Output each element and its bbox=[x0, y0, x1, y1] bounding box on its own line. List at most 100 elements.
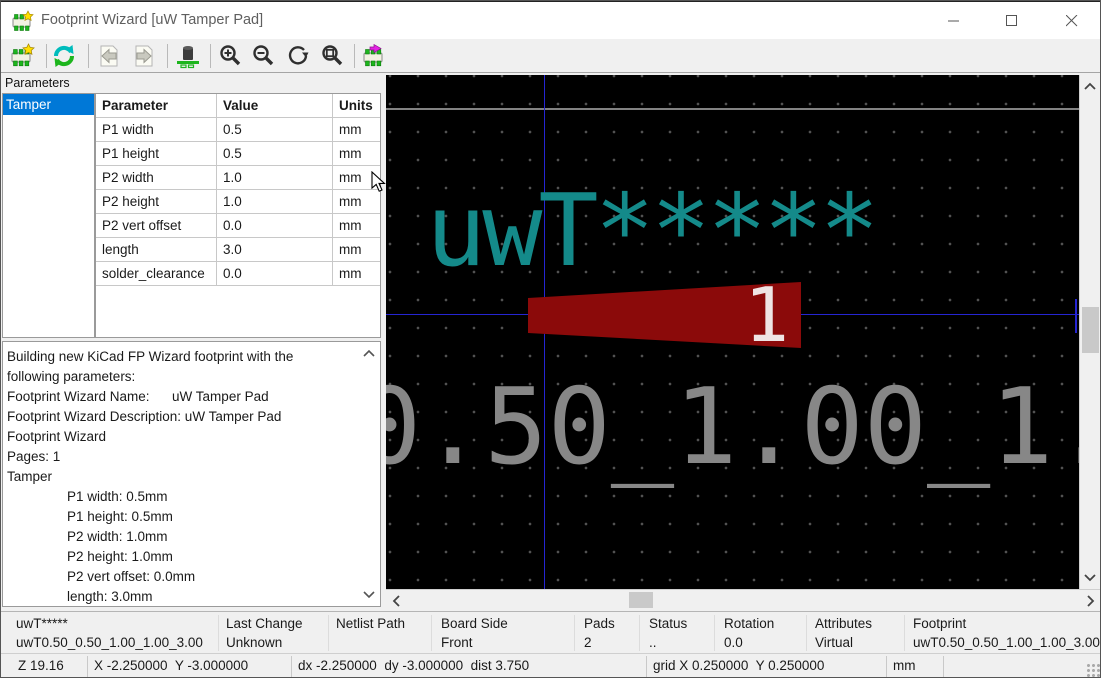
info-reference: uwT*****uwT0.50_0.50_1.00_1.00_3.00 bbox=[16, 614, 203, 652]
zoom-in-button[interactable] bbox=[216, 41, 246, 71]
info-value: uwT0.50_0.50_1.00_1.00_3.00 bbox=[913, 633, 1100, 652]
status-separator bbox=[291, 656, 292, 678]
title-bar: Footprint Wizard [uW Tamper Pad] bbox=[1, 1, 1101, 39]
info-netlist-path: Netlist Path bbox=[336, 614, 405, 652]
param-name: solder_clearance bbox=[96, 262, 217, 286]
info-label: Board Side bbox=[441, 614, 508, 633]
param-value-cell[interactable]: 3.0 bbox=[217, 238, 333, 262]
minimize-button[interactable] bbox=[931, 2, 977, 40]
message-line: Footprint Wizard Name: uW Tamper Pad bbox=[7, 387, 380, 407]
param-name: P2 vert offset bbox=[96, 214, 217, 238]
info-value: Unknown bbox=[226, 633, 303, 652]
message-panel: Building new KiCad FP Wizard footprint w… bbox=[2, 341, 381, 607]
zoom-level: Z 19.16 bbox=[18, 658, 64, 673]
info-separator bbox=[714, 615, 715, 651]
param-value-cell[interactable]: 0.5 bbox=[217, 118, 333, 142]
close-icon bbox=[1066, 15, 1078, 27]
param-units: mm bbox=[333, 190, 380, 214]
message-line: Footprint Wizard Description: uW Tamper … bbox=[7, 407, 380, 427]
scroll-right-icon[interactable] bbox=[1082, 593, 1098, 609]
reload-wizard-button[interactable] bbox=[49, 41, 79, 71]
parameter-grid: Parameter Value Units P1 width 0.5 mm P1… bbox=[95, 93, 381, 338]
toolbar-separator bbox=[167, 44, 168, 68]
info-label: Status bbox=[649, 614, 687, 633]
table-row: P2 width 1.0 mm bbox=[96, 166, 380, 190]
horizontal-scroll-thumb[interactable] bbox=[629, 592, 653, 608]
scroll-up-icon[interactable] bbox=[361, 346, 377, 362]
footprint-info-bar: uwT*****uwT0.50_0.50_1.00_1.00_3.00 Last… bbox=[1, 611, 1101, 653]
table-row: length 3.0 mm bbox=[96, 238, 380, 262]
maximize-button[interactable] bbox=[989, 2, 1035, 40]
zoom-out-button[interactable] bbox=[249, 41, 279, 71]
close-button[interactable] bbox=[1049, 2, 1095, 40]
canvas-horizontal-scrollbar[interactable] bbox=[386, 589, 1101, 611]
tamper-pad-shape bbox=[386, 75, 1079, 589]
param-units: mm bbox=[333, 238, 380, 262]
minimize-icon bbox=[948, 15, 960, 27]
toolbar-separator bbox=[46, 44, 47, 68]
scroll-up-icon[interactable] bbox=[1082, 79, 1098, 95]
resize-grip[interactable] bbox=[1086, 663, 1100, 677]
info-separator bbox=[431, 615, 432, 651]
message-line: Building new KiCad FP Wizard footprint w… bbox=[7, 347, 380, 367]
table-row: solder_clearance 0.0 mm bbox=[96, 262, 380, 286]
footprint-wizard-window: Footprint Wizard [uW Tamper Pad] bbox=[0, 0, 1101, 678]
param-value-cell[interactable]: 0.5 bbox=[217, 142, 333, 166]
info-label: Attributes bbox=[815, 614, 872, 633]
footprint-wizard-select-button[interactable] bbox=[7, 41, 37, 71]
param-units: mm bbox=[333, 118, 380, 142]
parameter-grid-header: Parameter Value Units bbox=[96, 94, 380, 118]
param-value-cell[interactable]: 0.0 bbox=[217, 214, 333, 238]
param-value-cell[interactable]: 1.0 bbox=[217, 166, 333, 190]
toolbar-separator bbox=[210, 44, 211, 68]
info-label: Footprint bbox=[913, 614, 1100, 633]
param-value-cell[interactable]: 0.0 bbox=[217, 262, 333, 286]
info-separator bbox=[904, 615, 905, 651]
info-label: Rotation bbox=[724, 614, 774, 633]
page-item-tamper[interactable]: Tamper bbox=[3, 94, 94, 115]
scroll-down-icon[interactable] bbox=[361, 586, 377, 602]
zoom-in-icon bbox=[218, 43, 244, 69]
param-value-cell[interactable]: 1.0 bbox=[217, 190, 333, 214]
component-pin-icon bbox=[175, 43, 201, 69]
export-footprint-button[interactable] bbox=[359, 41, 389, 71]
param-name: P1 width bbox=[96, 118, 217, 142]
next-page-button[interactable] bbox=[129, 41, 159, 71]
column-header-parameter: Parameter bbox=[96, 94, 217, 118]
previous-page-button[interactable] bbox=[94, 41, 124, 71]
table-row: P1 width 0.5 mm bbox=[96, 118, 380, 142]
window-title: Footprint Wizard [uW Tamper Pad] bbox=[41, 12, 263, 28]
kicad-footprint-wizard-icon bbox=[10, 10, 34, 34]
column-header-units: Units bbox=[333, 94, 380, 118]
param-name: P2 width bbox=[96, 166, 217, 190]
footprint-canvas[interactable]: uwT***** 0.50_1.00_1.00_3.00 1 bbox=[386, 75, 1079, 589]
info-last-change: Last ChangeUnknown bbox=[226, 614, 303, 652]
info-label: Netlist Path bbox=[336, 614, 405, 633]
info-footprint-name: FootprintuwT0.50_0.50_1.00_1.00_3.00 bbox=[913, 614, 1100, 652]
message-line: Footprint Wizard bbox=[7, 427, 380, 447]
scroll-left-icon[interactable] bbox=[389, 593, 405, 609]
status-separator bbox=[886, 656, 887, 678]
info-separator bbox=[639, 615, 640, 651]
parameters-caption: Parameters bbox=[5, 76, 70, 90]
table-row: P2 height 1.0 mm bbox=[96, 190, 380, 214]
component-pin-button[interactable] bbox=[173, 41, 203, 71]
info-value bbox=[336, 633, 405, 652]
redraw-view-button[interactable] bbox=[283, 41, 313, 71]
param-units: mm bbox=[333, 214, 380, 238]
info-separator bbox=[218, 615, 219, 651]
export-footprint-icon bbox=[361, 43, 387, 69]
scroll-down-icon[interactable] bbox=[1082, 569, 1098, 585]
table-row: P2 vert offset 0.0 mm bbox=[96, 214, 380, 238]
param-name: P2 height bbox=[96, 190, 217, 214]
zoom-fit-button[interactable] bbox=[318, 41, 348, 71]
status-separator bbox=[87, 656, 88, 678]
vertical-scroll-thumb[interactable] bbox=[1082, 307, 1099, 353]
status-separator bbox=[646, 656, 647, 678]
message-line: Tamper bbox=[7, 467, 380, 487]
message-panel-scrollbar[interactable] bbox=[361, 342, 379, 606]
param-name: length bbox=[96, 238, 217, 262]
toolbar-separator bbox=[354, 44, 355, 68]
toolbar-separator bbox=[88, 44, 89, 68]
message-line: P1 height: 0.5mm bbox=[7, 507, 380, 527]
